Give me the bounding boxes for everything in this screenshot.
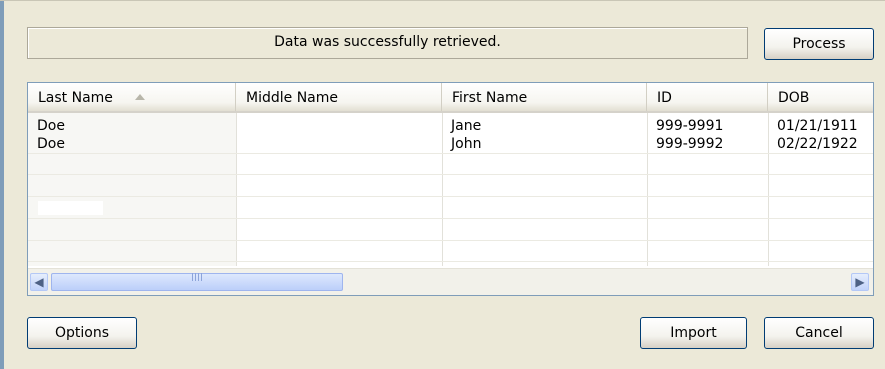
column-header-label: ID bbox=[657, 90, 672, 106]
arrow-left-icon[interactable]: ◀ bbox=[30, 273, 48, 291]
cell-dob: 02/22/1922 bbox=[777, 136, 858, 152]
cell-id: 999-9992 bbox=[656, 136, 724, 152]
cell-last-name: Doe bbox=[37, 136, 65, 152]
row-divider bbox=[28, 174, 873, 175]
cell-first-name: John bbox=[451, 136, 482, 152]
column-header-label: Middle Name bbox=[246, 90, 338, 106]
sort-ascending-icon bbox=[134, 94, 145, 100]
row-divider bbox=[28, 261, 873, 262]
column-header-label: Last Name bbox=[38, 90, 113, 106]
column-header-label: First Name bbox=[452, 90, 528, 106]
window-frame-top bbox=[0, 0, 885, 1]
import-button[interactable]: Import bbox=[640, 317, 747, 349]
column-header-last-name[interactable]: Last Name bbox=[28, 83, 236, 111]
column-header-middle-name[interactable]: Middle Name bbox=[236, 83, 442, 111]
column-header-id[interactable]: ID bbox=[647, 83, 768, 111]
results-grid[interactable]: Last Name Middle Name First Name ID DOB … bbox=[27, 82, 874, 296]
row-divider bbox=[28, 218, 873, 219]
grid-header: Last Name Middle Name First Name ID DOB bbox=[28, 83, 873, 113]
window-frame-edge bbox=[0, 0, 4, 369]
process-button[interactable]: Process bbox=[764, 28, 874, 60]
table-row[interactable]: Doe John 999-9992 02/22/1922 bbox=[28, 135, 873, 156]
scrollbar-grip bbox=[192, 273, 204, 281]
cancel-button[interactable]: Cancel bbox=[764, 317, 874, 349]
empty-cell-patch bbox=[38, 201, 103, 215]
row-divider bbox=[28, 240, 873, 241]
arrow-right-icon[interactable]: ▶ bbox=[851, 273, 869, 291]
column-header-first-name[interactable]: First Name bbox=[442, 83, 647, 111]
column-header-label: DOB bbox=[778, 90, 810, 106]
row-divider bbox=[28, 196, 873, 197]
cell-middle-name bbox=[236, 135, 442, 156]
horizontal-scrollbar[interactable]: ◀ ▶ bbox=[28, 268, 873, 295]
column-header-dob[interactable]: DOB bbox=[768, 83, 873, 111]
status-message: Data was successfully retrieved. bbox=[27, 27, 748, 59]
options-button[interactable]: Options bbox=[27, 317, 137, 349]
